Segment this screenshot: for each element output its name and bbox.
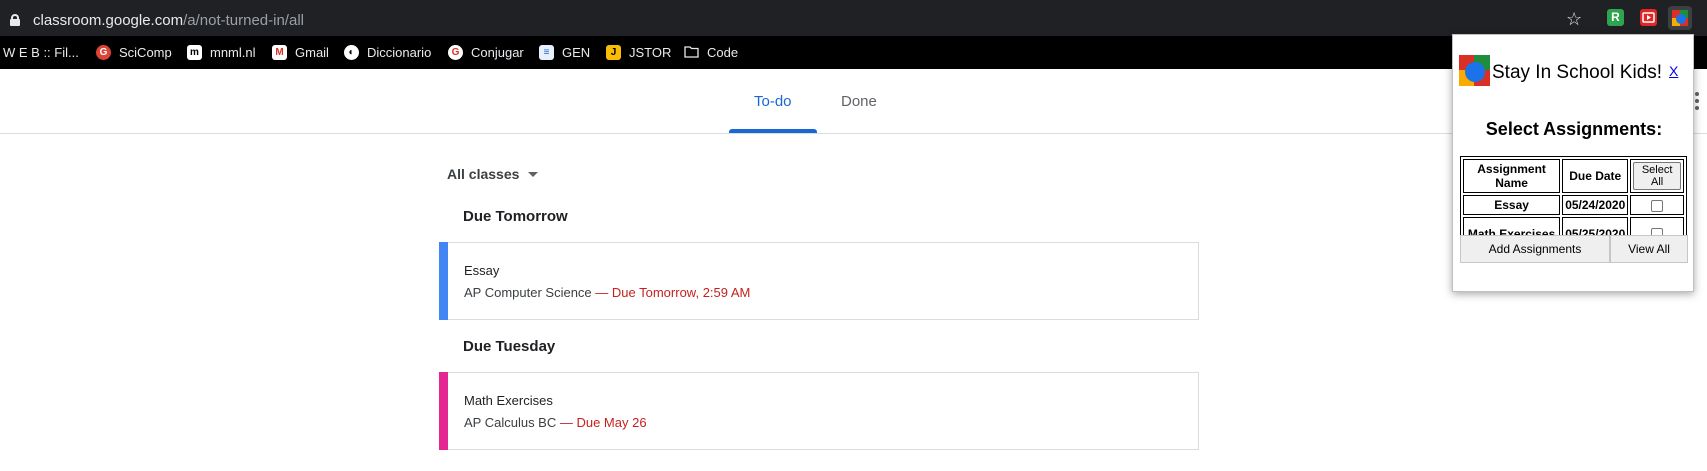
globe-icon: ◐: [344, 45, 359, 60]
header-assignment-name: Assignment Name: [1463, 159, 1561, 193]
stay-in-school-popup: Stay In School Kids! X Select Assignment…: [1452, 34, 1694, 292]
bookmark-jstor[interactable]: J JSTOR: [606, 45, 671, 60]
bookmark-gmail[interactable]: M Gmail: [272, 45, 329, 60]
bookmark-diccionario[interactable]: ◐ Diccionario: [344, 45, 431, 60]
popup-close-link[interactable]: X: [1669, 63, 1678, 79]
select-all-button[interactable]: Select All: [1633, 162, 1681, 190]
url-text[interactable]: classroom.google.com/a/not-turned-in/all: [33, 12, 304, 29]
row-assignment-name: Essay: [1463, 195, 1561, 215]
address-bar[interactable]: classroom.google.com/a/not-turned-in/all…: [0, 3, 1598, 33]
conjugar-icon: G: [448, 45, 463, 60]
url-host: classroom.google.com: [33, 12, 184, 29]
popup-subtitle: Select Assignments:: [1485, 119, 1663, 139]
bookmark-label: Diccionario: [367, 45, 432, 60]
g-icon: G: [96, 45, 111, 60]
class-color-strip: [439, 372, 448, 450]
tab-done[interactable]: Done: [841, 93, 877, 110]
lock-icon: [10, 14, 20, 26]
bookmark-label: W E B :: Fil...: [3, 45, 79, 60]
assignment-class: AP Computer Science: [464, 285, 592, 300]
row-select-cell: [1630, 195, 1684, 215]
mnml-icon: m: [187, 45, 202, 60]
stay-in-school-logo-icon: [1459, 55, 1490, 91]
assignment-class: AP Calculus BC: [464, 415, 557, 430]
bookmark-label: GEN: [562, 45, 591, 60]
class-filter-dropdown[interactable]: All classes: [447, 166, 539, 182]
bookmark-web-files[interactable]: W E B :: Fil...: [3, 45, 79, 60]
gen-icon: ≡: [539, 45, 554, 60]
assignment-meta: AP Calculus BC — Due May 26: [464, 415, 647, 430]
table-row: Essay 05/24/2020: [1463, 195, 1684, 215]
header-due-date: Due Date: [1562, 159, 1629, 193]
jstor-icon: J: [606, 45, 621, 60]
table-header-row: Assignment Name Due Date Select All: [1463, 159, 1684, 193]
class-color-strip: [439, 242, 448, 320]
assignment-due: — Due Tomorrow, 2:59 AM: [591, 285, 751, 300]
url-path: /a/not-turned-in/all: [183, 12, 304, 29]
browser-toolbar: classroom.google.com/a/not-turned-in/all…: [0, 0, 1707, 36]
popup-header: Stay In School Kids!: [1459, 55, 1662, 91]
add-assignments-button[interactable]: Add Assignments: [1460, 235, 1610, 263]
bookmark-label: JSTOR: [629, 45, 672, 60]
stay-in-school-extension-icon[interactable]: [1668, 6, 1692, 30]
header-select-all: Select All: [1630, 159, 1684, 193]
extension-video-icon[interactable]: [1640, 9, 1657, 26]
select-checkbox[interactable]: [1651, 199, 1664, 212]
tab-todo[interactable]: To-do: [754, 93, 792, 110]
assignment-due: — Due May 26: [556, 415, 647, 430]
bookmark-gen[interactable]: ≡ GEN: [539, 45, 590, 60]
class-filter-label: All classes: [447, 166, 520, 182]
group-heading-due-tomorrow: Due Tomorrow: [463, 208, 568, 225]
bookmark-label: Conjugar: [471, 45, 524, 60]
more-options-icon[interactable]: [1695, 92, 1699, 110]
bookmark-star-icon[interactable]: ☆: [1566, 9, 1582, 30]
bookmark-scicomp[interactable]: G SciComp: [96, 45, 172, 60]
view-all-button[interactable]: View All: [1610, 235, 1688, 263]
row-due-date: 05/24/2020: [1562, 195, 1629, 215]
assignment-card-essay[interactable]: Essay AP Computer Science — Due Tomorrow…: [439, 242, 1199, 320]
assignment-card-math-exercises[interactable]: Math Exercises AP Calculus BC — Due May …: [439, 372, 1199, 450]
bookmark-label: Gmail: [295, 45, 329, 60]
bookmark-mnml[interactable]: m mnml.nl: [187, 45, 256, 60]
assignment-meta: AP Computer Science — Due Tomorrow, 2:59…: [464, 285, 750, 300]
bookmark-code[interactable]: Code: [684, 45, 738, 60]
group-heading-due-tuesday: Due Tuesday: [463, 338, 556, 355]
gmail-icon: M: [272, 45, 287, 60]
assignment-name: Math Exercises: [464, 393, 553, 408]
extension-r-icon[interactable]: R: [1607, 9, 1624, 26]
popup-title: Stay In School Kids!: [1492, 62, 1663, 83]
bookmark-label: Code: [707, 45, 739, 60]
popup-button-row: Add Assignments View All: [1460, 235, 1688, 263]
caret-down-icon: [528, 171, 539, 177]
todo-tabs: To-do Done: [0, 69, 1707, 134]
bookmarks-bar: W E B :: Fil... G SciComp m mnml.nl M Gmail…: [0, 36, 1707, 69]
bookmark-label: SciComp: [119, 45, 172, 60]
folder-icon: [684, 45, 699, 60]
bookmark-conjugar[interactable]: G Conjugar: [448, 45, 524, 60]
assignment-name: Essay: [464, 263, 500, 278]
active-tab-indicator: [729, 129, 817, 133]
bookmark-label: mnml.nl: [210, 45, 256, 60]
